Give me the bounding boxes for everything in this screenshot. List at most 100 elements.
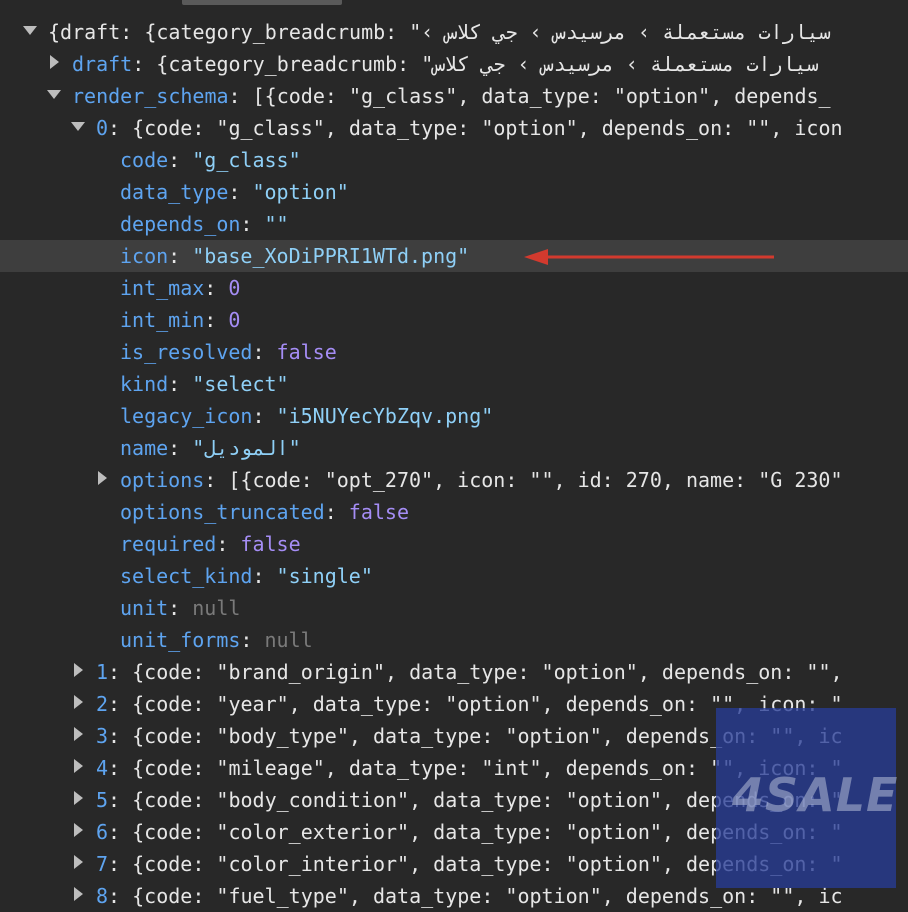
item-key: 8 xyxy=(96,884,109,908)
watermark-logo: 4SALE xyxy=(732,768,899,822)
property-colon: : xyxy=(216,532,241,556)
property-value: "g_class" xyxy=(192,148,301,172)
property-key: int_min xyxy=(120,308,205,332)
collapsed-triangle-icon[interactable] xyxy=(70,880,86,912)
property-row-options-truncated-text: options_truncated: false xyxy=(120,496,409,528)
tree-row-item-1-text: 1: {code: "brand_origin", data_type: "op… xyxy=(96,656,855,688)
property-colon: : xyxy=(324,500,349,524)
property-key: options xyxy=(120,468,205,492)
expanded-triangle-icon[interactable] xyxy=(46,80,62,112)
property-colon: : xyxy=(204,468,229,492)
property-row-icon-text: icon: "base_XoDiPPRI1WTd.png" xyxy=(120,240,469,272)
property-row-code: code: "g_class" xyxy=(0,144,908,176)
render-schema-key: render_schema xyxy=(72,84,229,108)
property-row-options-text: options: [{code: "opt_270", icon: "", id… xyxy=(120,464,842,496)
item-key: 4 xyxy=(96,756,109,780)
expanded-triangle-icon[interactable] xyxy=(70,112,86,144)
item-0-key: 0 xyxy=(96,116,109,140)
property-row-depends-on: depends_on: "" xyxy=(0,208,908,240)
property-key: int_max xyxy=(120,276,205,300)
annotation-arrow xyxy=(524,249,774,265)
property-value: false xyxy=(240,532,301,556)
tree-row-render-schema-text: render_schema: [{code: "g_class", data_t… xyxy=(72,80,831,112)
property-key: depends_on xyxy=(120,212,241,236)
expanded-triangle-icon[interactable] xyxy=(22,16,38,48)
root-summary-rtl: سيارات مستعملة › مرسيدس › جي كلاس › xyxy=(421,20,831,44)
property-row-unit-forms: unit_forms: null xyxy=(0,624,908,656)
property-row-int-min: int_min: 0 xyxy=(0,304,908,336)
devtools-top-bar xyxy=(0,0,908,6)
tree-row-item-1[interactable]: 1: {code: "brand_origin", data_type: "op… xyxy=(0,656,908,688)
property-colon: : xyxy=(204,276,229,300)
property-key: unit_forms xyxy=(120,628,241,652)
property-row-data-type-text: data_type: "option" xyxy=(120,176,349,208)
property-key: legacy_icon xyxy=(120,404,253,428)
property-value: 0 xyxy=(228,276,241,300)
property-value: "select" xyxy=(192,372,289,396)
property-value: null xyxy=(264,628,313,652)
item-summary: : {code: "brand_origin", data_type: "opt… xyxy=(108,660,855,684)
property-colon: : xyxy=(252,340,277,364)
property-row-required-text: required: false xyxy=(120,528,301,560)
collapsed-triangle-icon[interactable] xyxy=(70,784,86,816)
collapsed-triangle-icon[interactable] xyxy=(70,720,86,752)
property-value: "" xyxy=(264,212,289,236)
collapsed-triangle-icon[interactable] xyxy=(70,848,86,880)
property-key: name xyxy=(120,436,169,460)
property-value: false xyxy=(348,500,410,524)
property-colon: : xyxy=(252,404,277,428)
property-row-legacy-icon: legacy_icon: "i5NUYecYbZqv.png" xyxy=(0,400,908,432)
property-key: icon xyxy=(120,244,169,268)
render-schema-summary: : [{code: "g_class", data_type: "option"… xyxy=(228,84,831,108)
property-row-kind: kind: "select" xyxy=(0,368,908,400)
item-key: 1 xyxy=(96,660,109,684)
item-key: 6 xyxy=(96,820,109,844)
collapsed-triangle-icon[interactable] xyxy=(70,688,86,720)
property-row-name: name: "الموديل" xyxy=(0,432,908,464)
property-colon: : xyxy=(228,180,253,204)
property-key: required xyxy=(120,532,217,556)
property-key: data_type xyxy=(120,180,229,204)
property-colon: : xyxy=(252,564,277,588)
property-row-unit-forms-text: unit_forms: null xyxy=(120,624,313,656)
property-value: false xyxy=(276,340,337,364)
property-value: "single" xyxy=(276,564,373,588)
property-value: 0 xyxy=(228,308,241,332)
property-value: "الموديل" xyxy=(192,436,301,460)
property-row-data-type: data_type: "option" xyxy=(0,176,908,208)
active-tab-indicator xyxy=(182,0,342,5)
property-row-int-max-text: int_max: 0 xyxy=(120,272,240,304)
draft-summary: : {category_breadcrumb: " xyxy=(132,52,434,76)
property-colon: : xyxy=(204,308,229,332)
collapsed-triangle-icon[interactable] xyxy=(70,816,86,848)
property-row-code-text: code: "g_class" xyxy=(120,144,301,176)
property-value: "i5NUYecYbZqv.png" xyxy=(276,404,494,428)
property-row-int-max: int_max: 0 xyxy=(0,272,908,304)
item-key: 5 xyxy=(96,788,109,812)
collapsed-triangle-icon[interactable] xyxy=(70,656,86,688)
property-colon: : xyxy=(168,244,193,268)
tree-row-item-0-text: 0: {code: "g_class", data_type: "option"… xyxy=(96,112,843,144)
collapsed-triangle-icon[interactable] xyxy=(46,48,62,80)
property-row-is-resolved: is_resolved: false xyxy=(0,336,908,368)
tree-row-draft[interactable]: draft: {category_breadcrumb: "سيارات مست… xyxy=(0,48,908,80)
item-0-summary: : {code: "g_class", data_type: "option",… xyxy=(108,116,843,140)
item-key: 2 xyxy=(96,692,109,716)
property-row-options-truncated: options_truncated: false xyxy=(0,496,908,528)
property-key: options_truncated xyxy=(120,500,325,524)
property-row-required: required: false xyxy=(0,528,908,560)
tree-row-render-schema[interactable]: render_schema: [{code: "g_class", data_t… xyxy=(0,80,908,112)
tree-root-row[interactable]: {draft: {category_breadcrumb: "سيارات مس… xyxy=(0,16,908,48)
draft-summary-rtl: سيارات مستعملة › مرسيدس › جي كلاس xyxy=(433,52,819,76)
property-value: "option" xyxy=(252,180,349,204)
property-row-select-kind-text: select_kind: "single" xyxy=(120,560,373,592)
property-row-kind-text: kind: "select" xyxy=(120,368,289,400)
tree-row-item-0[interactable]: 0: {code: "g_class", data_type: "option"… xyxy=(0,112,908,144)
property-colon: : xyxy=(240,212,265,236)
property-row-options[interactable]: options: [{code: "opt_270", icon: "", id… xyxy=(0,464,908,496)
property-value: [{code: "opt_270", icon: "", id: 270, na… xyxy=(228,468,843,492)
property-colon: : xyxy=(168,436,193,460)
collapsed-triangle-icon[interactable] xyxy=(94,464,110,496)
collapsed-triangle-icon[interactable] xyxy=(70,752,86,784)
property-row-is-resolved-text: is_resolved: false xyxy=(120,336,337,368)
